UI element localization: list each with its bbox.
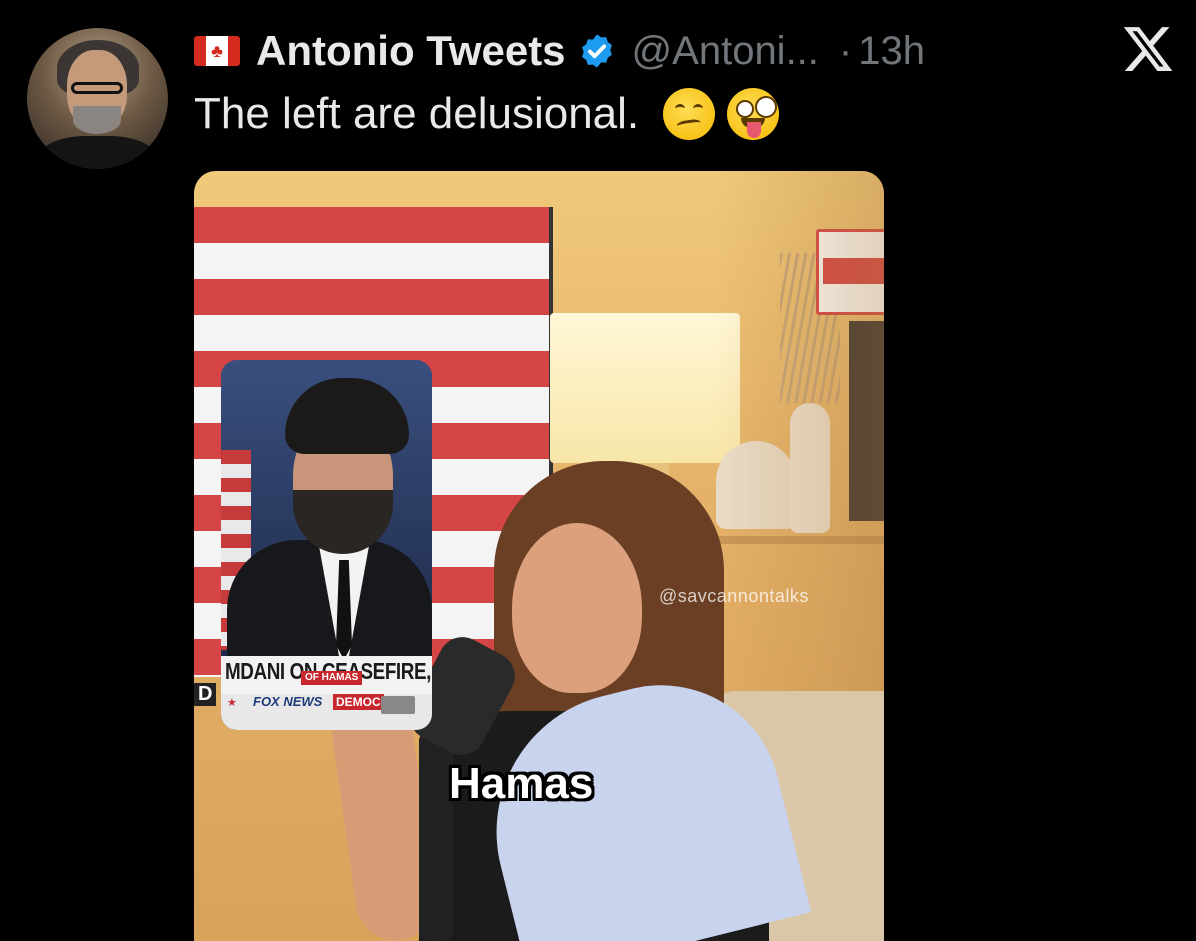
avatar-glasses	[71, 82, 123, 94]
video-watermark: @savcannontalks	[659, 586, 809, 606]
verified-badge-icon	[581, 34, 612, 68]
author-name[interactable]: Antonio Tweets	[256, 27, 566, 75]
woman-face	[512, 523, 642, 693]
zany-face-emoji-icon	[727, 88, 780, 140]
canada-flag-icon: ♣	[194, 36, 240, 66]
tweet-header: ♣ Antonio Tweets @Antoni... · 13h	[194, 26, 925, 76]
microphone-arm	[419, 731, 453, 941]
pip-network-name: FOX NEWS	[253, 694, 323, 709]
x-logo-icon[interactable]	[1121, 22, 1175, 76]
tweet-body: The left are delusional.	[194, 89, 640, 138]
tweet-text: The left are delusional.	[194, 88, 780, 140]
pip-network-badge: DEMOC	[333, 694, 384, 710]
star-icon: ★	[227, 697, 237, 709]
picture-in-picture-clip: MDANI ON CEASEFIRE, OF HAMAS ★ FOX NEWS …	[221, 360, 432, 730]
pip-chyron-badge: OF HAMAS	[301, 671, 363, 685]
author-avatar[interactable]	[27, 28, 168, 169]
video-caption: Hamas	[449, 759, 594, 808]
author-handle[interactable]: @Antoni...	[632, 29, 819, 74]
side-tag: D	[194, 683, 217, 706]
capitol-logo-icon	[381, 696, 415, 714]
tweet-timestamp[interactable]: 13h	[858, 29, 925, 74]
avatar-beard	[73, 106, 121, 134]
avatar-shirt	[37, 136, 158, 169]
tweet-video[interactable]: D MDANI ON CEASEFIRE, OF HAMAS ★ FOX NEW…	[194, 171, 884, 941]
woozy-face-emoji-icon	[663, 88, 716, 140]
separator-dot: ·	[838, 28, 853, 73]
lamp-shade	[550, 313, 740, 463]
